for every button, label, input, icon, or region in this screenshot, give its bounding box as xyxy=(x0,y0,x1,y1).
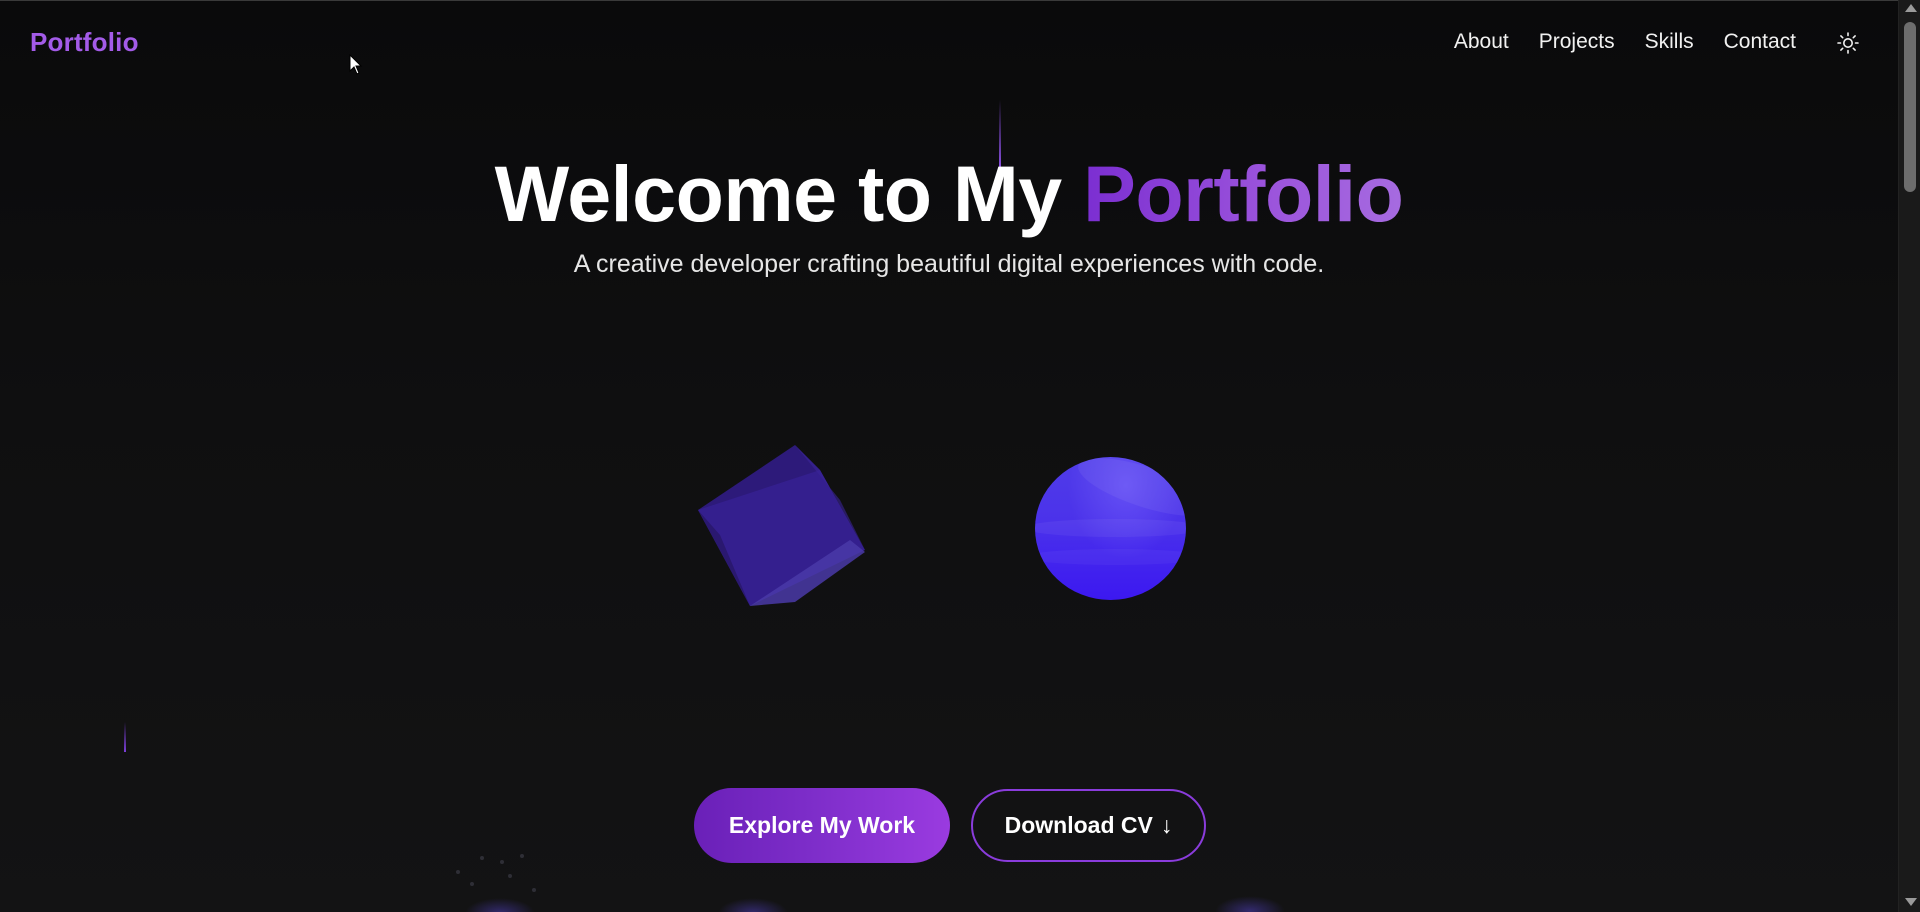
mouse-cursor-icon xyxy=(349,54,363,75)
nav-link-skills[interactable]: Skills xyxy=(1645,30,1694,54)
portfolio-page: Portfolio About Projects Skills Contact xyxy=(0,0,1920,912)
scroll-up-arrow-icon[interactable] xyxy=(1905,4,1917,12)
logo[interactable]: Portfolio xyxy=(30,27,139,58)
decorative-dots xyxy=(456,854,536,892)
sun-icon xyxy=(1837,32,1859,54)
scrollbar-thumb[interactable] xyxy=(1904,22,1916,192)
decorative-glow xyxy=(1215,896,1285,912)
navbar: Portfolio About Projects Skills Contact xyxy=(0,0,1898,90)
download-arrow-icon: ↓ xyxy=(1160,812,1173,838)
vertical-scrollbar[interactable] xyxy=(1898,0,1920,912)
nav-link-contact[interactable]: Contact xyxy=(1724,30,1796,54)
decorative-glow xyxy=(465,898,535,912)
nav-links: About Projects Skills Contact xyxy=(1454,30,1796,54)
download-cv-label: Download CV xyxy=(1004,812,1153,838)
scroll-down-arrow-icon[interactable] xyxy=(1905,898,1917,906)
nav-link-projects[interactable]: Projects xyxy=(1539,30,1615,54)
hero-title: Welcome to My Portfolio xyxy=(0,148,1898,240)
download-cv-button[interactable]: Download CV ↓ xyxy=(971,789,1206,862)
hero-title-main: Welcome to My xyxy=(494,149,1084,238)
explore-work-button[interactable]: Explore My Work xyxy=(694,788,950,863)
decorative-line xyxy=(124,722,126,752)
nav-link-about[interactable]: About xyxy=(1454,30,1509,54)
hero-subtitle: A creative developer crafting beautiful … xyxy=(573,250,1325,278)
hero-title-accent: Portfolio xyxy=(1083,149,1404,238)
theme-toggle-button[interactable] xyxy=(1835,30,1861,56)
sphere-shape xyxy=(1035,457,1186,600)
decorative-glow xyxy=(718,898,788,912)
cube-shape xyxy=(698,445,865,606)
